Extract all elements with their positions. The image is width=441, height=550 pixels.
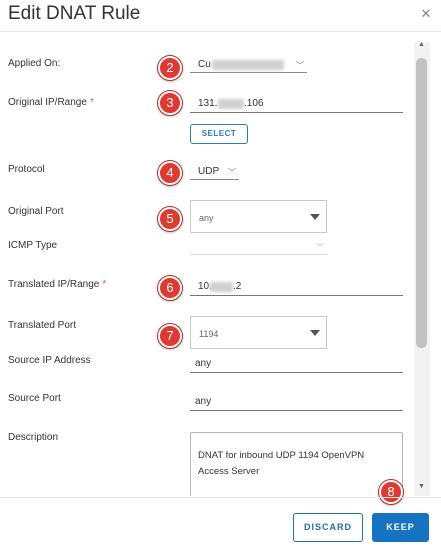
dialog-title: Edit DNAT Rule [8,3,141,24]
annotation-badge: 8 [379,480,403,504]
annotation-badge: 5 [158,207,182,231]
original-port-value: any [199,213,214,223]
discard-button[interactable]: DISCARD [293,513,363,542]
applied-on-value: Cu [198,59,211,70]
description-label: Description [8,432,59,443]
translated-ip-input[interactable]: 10. .2 [190,279,403,296]
translated-port-select[interactable]: 1194 [190,316,327,349]
chevron-down-icon: ﹀ [316,243,324,252]
original-ip-label: Original IP/Range * [8,97,94,108]
annotation-badge: 4 [158,161,182,185]
close-icon[interactable]: ✕ [418,6,434,22]
redacted-value [212,60,284,70]
keep-button[interactable]: KEEP [372,513,429,542]
edit-dnat-rule-dialog: Edit DNAT Rule ✕ Applied On: Cu ﹀ Origin… [0,0,441,550]
source-ip-input[interactable]: any [190,357,403,373]
scroll-up-icon[interactable]: ▲ [418,41,425,49]
redacted-value [210,282,233,292]
select-button[interactable]: SELECT [190,124,248,144]
icmp-type-select[interactable]: ﹀ [190,240,327,255]
protocol-value: UDP [198,166,220,177]
icmp-type-label: ICMP Type [8,240,58,251]
annotation-badge: 7 [158,324,182,348]
original-port-label: Original Port [8,206,64,217]
original-ip-input[interactable]: 131. .106 [190,97,403,113]
annotation-badge: 6 [158,276,182,300]
scrollbar-thumb[interactable] [416,58,427,348]
redacted-value [218,99,244,109]
footer-divider [0,497,441,498]
translated-ip-label: Translated IP/Range * [8,279,107,290]
chevron-down-icon: ﹀ [296,61,304,70]
source-port-input[interactable]: any [190,395,403,411]
applied-on-label: Applied On: [8,58,61,69]
annotation-badge: 3 [158,91,182,115]
scroll-down-icon[interactable]: ▼ [418,483,425,491]
protocol-select[interactable]: UDP ﹀ [190,165,239,180]
protocol-label: Protocol [8,164,45,175]
source-port-label: Source Port [8,393,61,404]
applied-on-select[interactable]: Cu ﹀ [190,58,307,73]
translated-port-label: Translated Port [8,320,76,331]
chevron-down-icon: ﹀ [228,168,236,177]
translated-port-value: 1194 [199,329,219,339]
annotation-badge: 2 [158,56,182,80]
caret-down-icon [310,214,320,220]
caret-down-icon [310,330,320,336]
original-port-select[interactable]: any [190,200,327,233]
description-textarea[interactable]: DNAT for inbound UDP 1194 OpenVPN Access… [190,432,403,496]
source-ip-label: Source IP Address [8,355,91,366]
